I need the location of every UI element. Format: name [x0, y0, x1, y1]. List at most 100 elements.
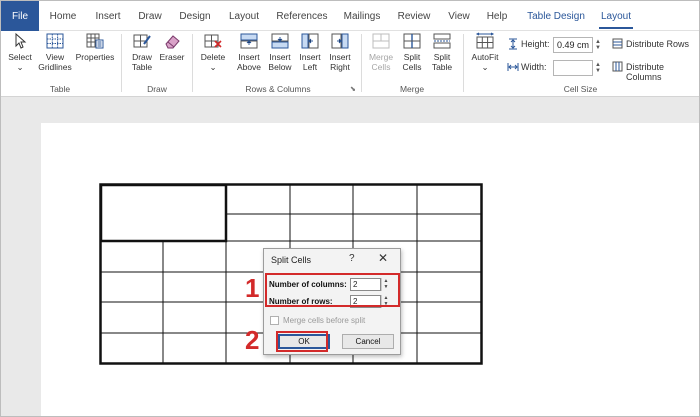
- group-label-draw: Draw: [147, 84, 167, 94]
- merge-cells-label-2: Cells: [371, 62, 391, 72]
- merge-cells-label-1: Merge: [368, 52, 394, 62]
- gridlines-icon: [46, 33, 64, 49]
- insert-below-label-2: Below: [268, 62, 292, 72]
- autofit-icon: [475, 32, 495, 49]
- help-button[interactable]: ?: [349, 253, 355, 264]
- insert-below-icon: [271, 33, 289, 49]
- ribbon-separator: [463, 34, 464, 92]
- chevron-down-icon: ⌄: [481, 62, 489, 72]
- width-icon: [507, 63, 519, 71]
- tab-references[interactable]: References: [271, 1, 333, 31]
- dialog-title: Split Cells: [271, 255, 312, 265]
- ribbon-tab-bar: File Home Insert Draw Design Layout Refe…: [1, 1, 699, 31]
- properties-icon: [86, 33, 104, 49]
- insert-above-button[interactable]: Insert Above: [233, 31, 265, 72]
- split-cells-label-1: Split: [403, 52, 421, 62]
- group-label-cell-size: Cell Size: [563, 84, 598, 94]
- merge-cells-icon: [372, 33, 390, 49]
- height-spinner[interactable]: ▲ ▼: [594, 39, 602, 51]
- draw-table-label-2: Table: [131, 62, 153, 72]
- insert-left-icon: [301, 33, 319, 49]
- width-spinner[interactable]: ▲ ▼: [594, 62, 602, 74]
- eraser-icon: [165, 35, 180, 49]
- distribute-rows-icon: [612, 38, 623, 49]
- width-label: Width:: [521, 62, 547, 72]
- view-gridlines-label-2: Gridlines: [38, 62, 72, 72]
- properties-label: Properties: [75, 52, 115, 62]
- tab-view[interactable]: View: [443, 1, 475, 31]
- group-label-rows-columns: Rows & Columns: [245, 84, 311, 94]
- height-input[interactable]: 0.49 cm: [553, 37, 593, 53]
- ribbon: Select ⌄ View Gridlines Properties Table D…: [1, 31, 699, 97]
- width-input[interactable]: [553, 60, 593, 76]
- split-cells-button[interactable]: Split Cells: [398, 31, 426, 72]
- close-icon[interactable]: ✕: [378, 251, 388, 265]
- tab-table-layout[interactable]: Layout: [595, 1, 637, 31]
- insert-below-button[interactable]: Insert Below: [265, 31, 295, 72]
- insert-right-label-1: Insert: [329, 52, 351, 62]
- word-window: File Home Insert Draw Design Layout Refe…: [0, 0, 700, 417]
- insert-right-icon: [331, 33, 349, 49]
- split-cells-label-2: Cells: [402, 62, 422, 72]
- split-table-icon: [433, 33, 451, 49]
- autofit-label: AutoFit: [471, 52, 499, 62]
- insert-left-button[interactable]: Insert Left: [296, 31, 324, 72]
- merge-cells-button[interactable]: Merge Cells: [367, 31, 395, 72]
- properties-button[interactable]: Properties: [75, 31, 115, 62]
- select-icon: [15, 32, 27, 49]
- ribbon-separator: [121, 34, 122, 92]
- insert-above-label-1: Insert: [238, 52, 260, 62]
- tab-mailings[interactable]: Mailings: [339, 1, 385, 31]
- insert-left-label-2: Left: [302, 62, 318, 72]
- tab-table-design[interactable]: Table Design: [521, 1, 591, 31]
- height-label: Height:: [521, 39, 550, 49]
- rows-columns-launcher-icon[interactable]: ⬊: [350, 85, 356, 93]
- tab-home[interactable]: Home: [43, 1, 83, 31]
- draw-table-icon: [133, 34, 151, 48]
- step-marker-1: 1: [245, 273, 260, 303]
- tab-draw[interactable]: Draw: [133, 1, 167, 31]
- tab-insert[interactable]: Insert: [87, 1, 129, 31]
- distribute-rows-button[interactable]: Distribute Rows: [626, 39, 689, 49]
- tab-file[interactable]: File: [1, 1, 39, 31]
- distribute-columns-icon: [612, 61, 623, 72]
- selected-cell: [99, 183, 228, 243]
- ribbon-separator: [192, 34, 193, 92]
- group-label-merge: Merge: [399, 84, 425, 94]
- delete-icon: [204, 34, 222, 48]
- merge-before-split-label: Merge cells before split: [283, 316, 366, 325]
- chevron-down-icon: ⌄: [16, 62, 24, 72]
- chevron-down-icon: ⌄: [209, 62, 217, 72]
- view-gridlines-label-1: View: [45, 52, 65, 62]
- delete-label: Delete: [200, 52, 226, 62]
- insert-above-label-2: Above: [236, 62, 262, 72]
- height-icon: [509, 38, 517, 50]
- draw-table-label-1: Draw: [132, 52, 152, 62]
- tab-layout-page[interactable]: Layout: [223, 1, 265, 31]
- insert-below-label-1: Insert: [269, 52, 291, 62]
- split-table-button[interactable]: Split Table: [428, 31, 456, 72]
- autofit-button[interactable]: AutoFit ⌄: [468, 31, 502, 72]
- insert-right-button[interactable]: Insert Right: [325, 31, 355, 72]
- insert-left-label-1: Insert: [299, 52, 321, 62]
- insert-above-icon: [240, 33, 258, 49]
- ribbon-separator: [361, 34, 362, 92]
- highlight-box-inputs: [265, 273, 400, 307]
- view-gridlines-button[interactable]: View Gridlines: [35, 31, 75, 72]
- tab-help[interactable]: Help: [481, 1, 513, 31]
- split-table-label-1: Split: [433, 52, 451, 62]
- eraser-button[interactable]: Eraser: [158, 31, 186, 62]
- step-marker-2: 2: [245, 325, 260, 355]
- cancel-button[interactable]: Cancel: [342, 334, 394, 349]
- distribute-columns-button[interactable]: Distribute Columns: [626, 62, 699, 82]
- split-cells-icon: [403, 33, 421, 49]
- highlight-box-ok: [276, 331, 328, 352]
- select-label: Select: [8, 52, 32, 62]
- group-label-table: Table: [49, 84, 71, 94]
- tab-review[interactable]: Review: [393, 1, 435, 31]
- merge-before-split-checkbox[interactable]: [270, 316, 279, 325]
- delete-button[interactable]: Delete ⌄: [198, 31, 228, 72]
- draw-table-button[interactable]: Draw Table: [127, 31, 157, 72]
- tab-design[interactable]: Design: [173, 1, 217, 31]
- select-button[interactable]: Select ⌄: [5, 31, 35, 72]
